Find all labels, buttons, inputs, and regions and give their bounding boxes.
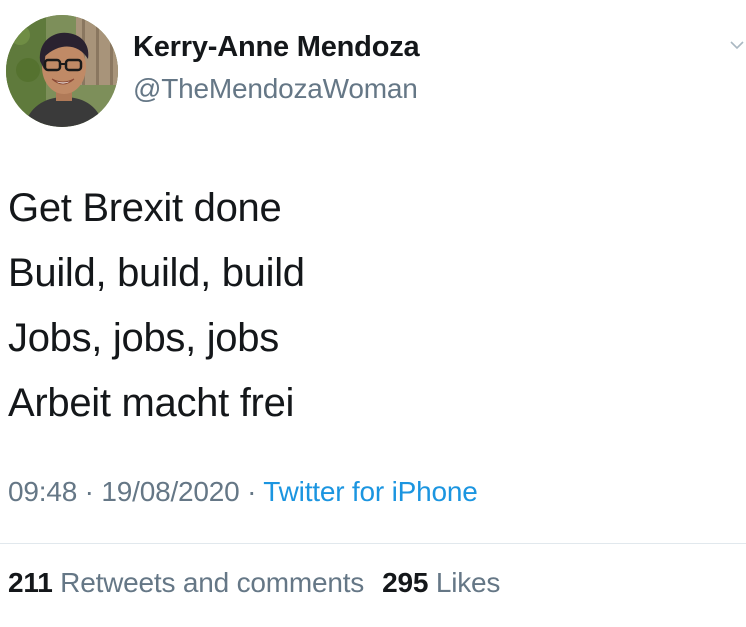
tweet-source-link[interactable]: Twitter for iPhone [263, 476, 477, 507]
retweets-count: 211 [8, 567, 53, 598]
retweets-label: Retweets and comments [60, 567, 365, 598]
chevron-down-icon[interactable] [730, 38, 744, 52]
user-handle[interactable]: @TheMendozaWoman [133, 73, 418, 105]
retweets-stat[interactable]: 211 Retweets and comments [8, 567, 364, 598]
tweet-line: Get Brexit done [8, 186, 282, 230]
likes-label: Likes [435, 567, 501, 598]
avatar[interactable] [6, 15, 118, 127]
tweet-text: Get Brexit done Build, build, build Jobs… [8, 176, 305, 436]
avatar-photo [6, 15, 118, 127]
tweet-line: Arbeit macht frei [8, 381, 295, 425]
tweet-stats: 211 Retweets and comments 295 Likes [8, 567, 500, 599]
tweet-date[interactable]: 19/08/2020 [101, 476, 239, 507]
likes-stat[interactable]: 295 Likes [382, 567, 500, 598]
likes-count: 295 [382, 567, 429, 598]
tweet-line: Jobs, jobs, jobs [8, 316, 279, 360]
tweet-line: Build, build, build [8, 251, 305, 295]
divider [0, 543, 746, 544]
tweet-time[interactable]: 09:48 [8, 476, 77, 507]
meta-separator: · [239, 476, 264, 507]
display-name[interactable]: Kerry-Anne Mendoza [133, 31, 420, 64]
meta-separator: · [77, 476, 102, 507]
tweet-meta: 09:48 · 19/08/2020 · Twitter for iPhone [8, 476, 478, 508]
tweet-card: Kerry-Anne Mendoza @TheMendozaWoman Get … [0, 0, 746, 627]
